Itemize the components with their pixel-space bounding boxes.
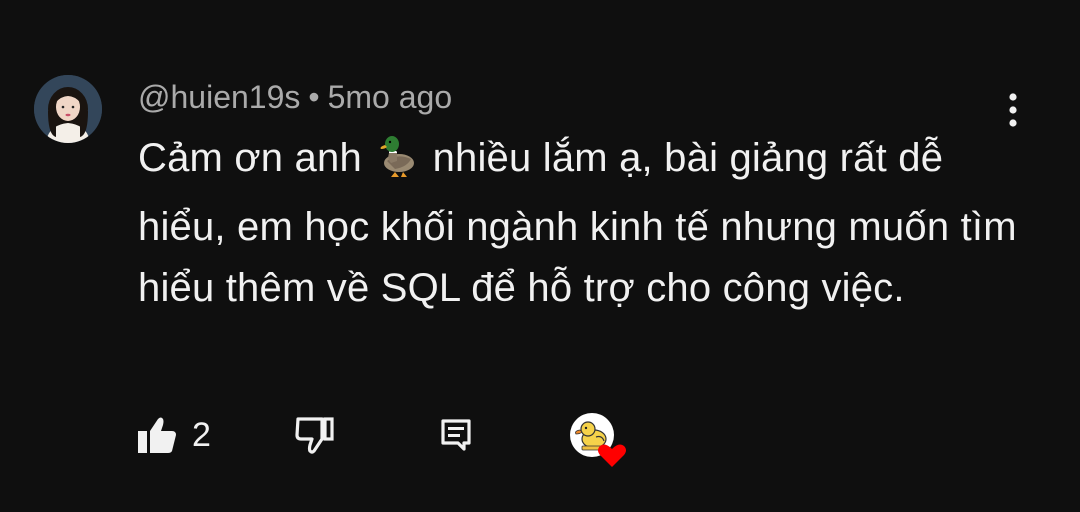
like-button[interactable]: 2 bbox=[136, 413, 211, 457]
like-count: 2 bbox=[192, 415, 211, 454]
creator-avatar-icon bbox=[570, 413, 626, 467]
comment-text-part1: Cảm ơn anh bbox=[138, 136, 362, 180]
vertical-dots-icon bbox=[1009, 93, 1017, 127]
reply-button[interactable] bbox=[438, 413, 474, 457]
avatar[interactable] bbox=[34, 75, 102, 143]
comment-text: Cảm ơn anh nhiều lắm ạ, bài giảng rất dễ… bbox=[138, 128, 1018, 319]
duck-icon bbox=[380, 136, 415, 177]
comment-actions: 2 bbox=[0, 405, 1080, 467]
comment-meta: @huien19s • 5mo ago bbox=[138, 78, 452, 116]
meta-separator: • bbox=[308, 79, 320, 115]
comment-thread: @huien19s • 5mo ago Cảm ơn anh nhiều lắm… bbox=[0, 0, 1080, 512]
thumb-down-icon bbox=[295, 417, 334, 454]
avatar-image bbox=[34, 75, 102, 143]
comment-menu-button[interactable] bbox=[996, 88, 1030, 132]
comment-timestamp[interactable]: 5mo ago bbox=[328, 79, 453, 115]
heart-icon bbox=[598, 444, 626, 467]
dislike-button[interactable] bbox=[294, 413, 336, 457]
thumb-up-icon bbox=[138, 417, 176, 453]
comment-reply-icon bbox=[441, 419, 471, 451]
creator-heart-badge[interactable] bbox=[568, 409, 628, 469]
author-handle[interactable]: @huien19s bbox=[138, 79, 300, 115]
duck-emoji bbox=[377, 131, 417, 197]
